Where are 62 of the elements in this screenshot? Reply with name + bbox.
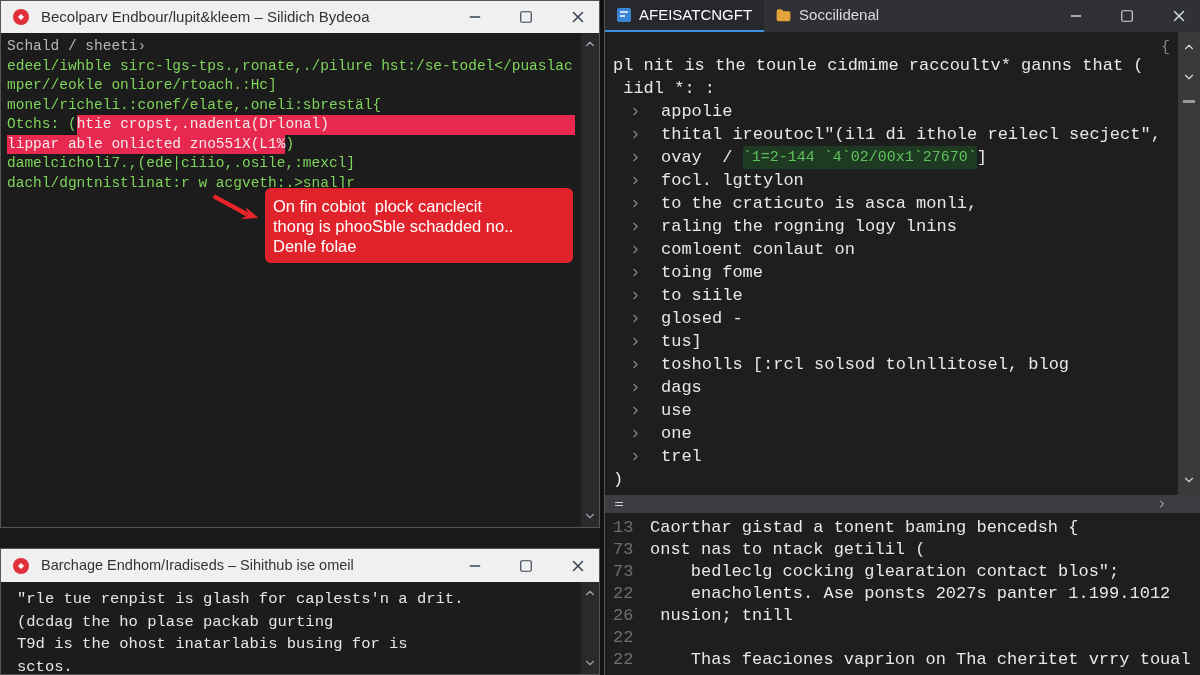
app-icon: [13, 9, 29, 25]
line-number: 22: [612, 627, 635, 649]
code-line: bedleclg cocking glearation contact blos";: [689, 561, 1120, 583]
code-line: use: [661, 400, 692, 422]
code-line: to siile: [661, 285, 743, 307]
code-line: ]: [976, 147, 987, 169]
scrollbar[interactable]: [581, 582, 599, 674]
code-line: toing fome: [661, 262, 764, 284]
code-line: enacholents. Ase ponsts 2027s panter 1.199.1012: [689, 583, 1171, 605]
app-icon: [13, 557, 29, 574]
code-line: Caorthar gistad a tonent baming bencedsh {: [650, 517, 1079, 539]
editor-tab[interactable]: Soccilidenal: [764, 0, 892, 32]
prompt-text: Schald / sheeti›: [7, 37, 147, 56]
line-number: 22: [612, 583, 635, 605]
code-line: trel: [661, 446, 702, 468]
code-line: thital ireoutocl"(il1 di ithole reilecl secject",: [661, 124, 1161, 146]
scroll-thumb[interactable]: [1183, 100, 1195, 103]
line-number: 13: [612, 517, 635, 539]
folder-icon: [776, 7, 792, 23]
terminal-line: edeel/iwhble sirc-lgs-tps.,ronate,./pilure hst:/se-todel</puaslac: [7, 56, 573, 76]
text-line: sctos.: [17, 656, 73, 674]
code-line: tus]: [661, 331, 702, 353]
code-line: comloent conlaut on: [661, 239, 855, 261]
brace-mark: {: [1161, 38, 1170, 58]
maximize-icon[interactable]: [519, 558, 533, 573]
code-line: glosed -: [661, 308, 743, 330]
line-number: 73: [612, 561, 635, 583]
code-line: to the craticuto is asca monli,: [661, 193, 978, 215]
terminal-line: damelcicholi7.,(ede|ciiio,.osile,:mexcl]: [7, 154, 356, 173]
window-title: Becolparv Endbour/lupit&kleem – Silidich Bydeoa: [41, 6, 370, 27]
code-line: pl nit is the tounle cidmime raccoultv* ganns that (: [613, 55, 1144, 77]
code-line: nusion; tnill: [659, 605, 793, 627]
scrollbar[interactable]: [1178, 32, 1200, 495]
line-number: 26: [612, 605, 635, 627]
maximize-icon[interactable]: [519, 10, 533, 24]
code-line: onst nas to ntack getilil (: [650, 539, 926, 561]
code-line: focl. lgttylon: [661, 170, 804, 192]
callout-note: On fin cobiot plock canclecit thong is phooSble schadded no.. Denle folae: [265, 188, 573, 263]
line-number: 22: [612, 649, 635, 671]
terminal-line: monel/richeli.:conef/elate,.oneli:sbrestäl{: [7, 95, 382, 115]
window-title: Barchage Endhom/Iradiseds – Sihithub ise omeil: [41, 555, 354, 575]
code-line: one: [661, 423, 692, 445]
line-number: 73: [612, 539, 635, 561]
editor-tab[interactable]: AFEISATCNGFT: [605, 0, 765, 32]
highlighted-text: htie cropst,.nadenta(Drlonal): [76, 115, 575, 135]
terminal-line: ): [285, 134, 295, 154]
code-line: ovay /: [661, 147, 734, 169]
code-line: iidl *: :: [622, 78, 716, 100]
code-line: dags: [661, 377, 702, 399]
code-line: tosholls [:rcl solsod tolnllitosel, blog: [661, 354, 1070, 376]
terminal-line: mper//eokle onliore/rtoach.:Hc]: [7, 76, 277, 95]
code-line: raling the rogning logy lnins: [661, 216, 957, 238]
code-line: Thas feaciones vaprion on Tha cheritet vrry toual: [689, 649, 1191, 671]
text-line: T9d is the ohost inatarlabis busing for is: [17, 634, 408, 655]
highlighted-text: `1=2-144 `4`02/00x1`27670`: [742, 146, 977, 169]
scrollbar[interactable]: [581, 33, 599, 527]
code-line: appolie: [661, 101, 733, 123]
file-icon: [617, 8, 631, 22]
code-line: ): [613, 469, 624, 491]
terminal-line: Otchs: (: [7, 115, 77, 134]
text-line: (dcdag the ho plase packab gurting: [17, 611, 334, 633]
text-line: "rle tue renpist is glash for caplests'n a drit.: [17, 589, 464, 610]
